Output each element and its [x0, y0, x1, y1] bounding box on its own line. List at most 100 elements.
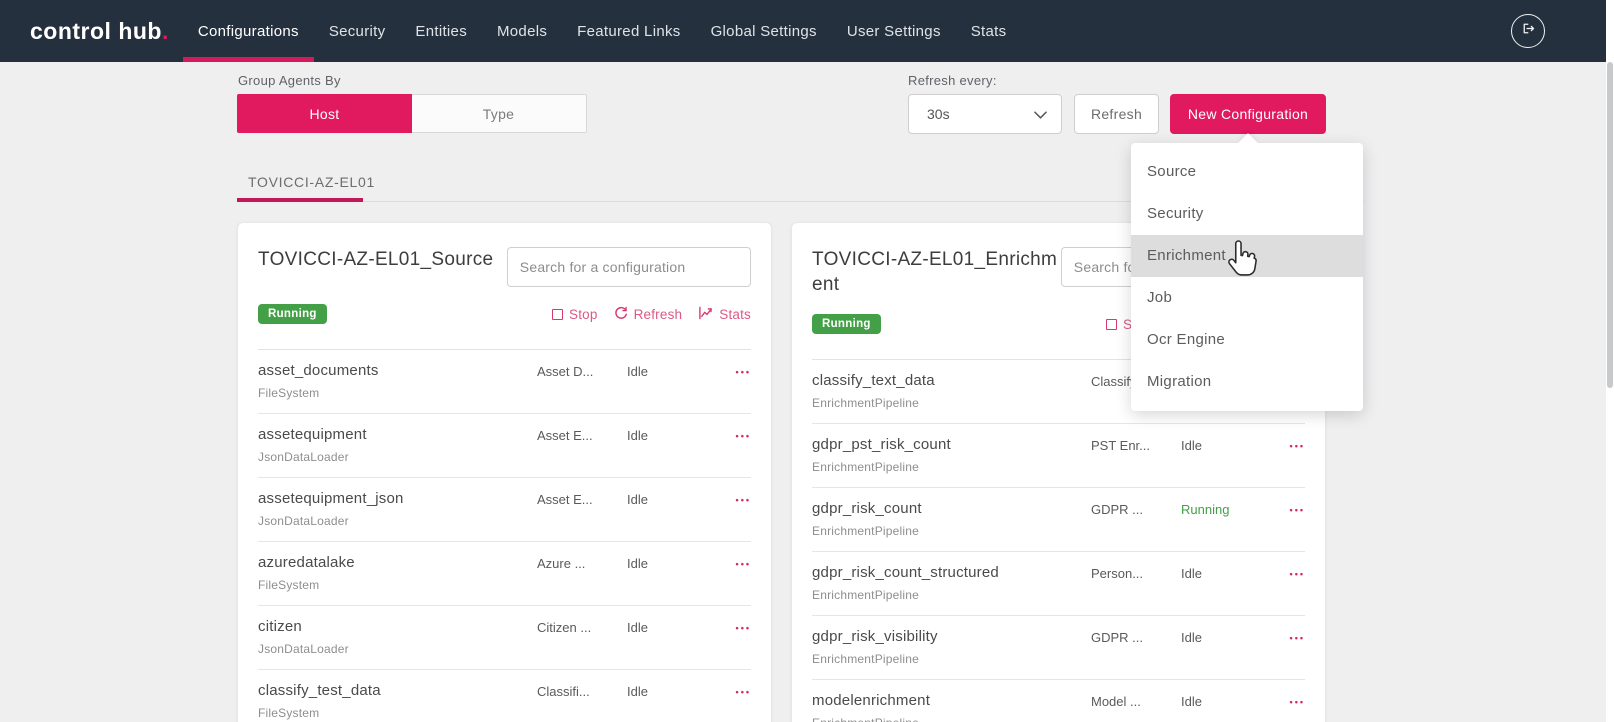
refresh-every-label: Refresh every:	[908, 73, 997, 88]
row-more-button[interactable]: •••	[1267, 692, 1305, 707]
row-more-button[interactable]: •••	[1267, 628, 1305, 643]
config-loader: EnrichmentPipeline	[812, 652, 1091, 666]
config-status: Idle	[1181, 692, 1267, 709]
config-name: gdpr_risk_count_structured	[812, 564, 1091, 581]
config-loader: FileSystem	[258, 578, 537, 592]
host-tab-tovicci-az-el01[interactable]: TOVICCI-AZ-EL01	[248, 174, 375, 190]
config-status: Idle	[627, 682, 713, 699]
config-loader: JsonDataLoader	[258, 514, 537, 528]
refresh-interval-select[interactable]: 30s	[908, 94, 1062, 134]
search-input[interactable]	[507, 247, 751, 287]
config-name: azuredatalake	[258, 554, 537, 571]
refresh-icon	[614, 306, 628, 323]
menu-item-migration[interactable]: Migration	[1131, 361, 1363, 403]
group-agents-by-label: Group Agents By	[238, 73, 341, 88]
table-row: gdpr_pst_risk_count EnrichmentPipeline PS…	[812, 424, 1305, 488]
config-status: Idle	[627, 426, 713, 443]
top-navbar: control hub. Configurations Security Ent…	[0, 0, 1614, 62]
nav-item-global-settings[interactable]: Global Settings	[696, 0, 832, 62]
stop-icon	[552, 309, 563, 320]
refresh-button[interactable]: Refresh	[1074, 94, 1159, 134]
card-title: TOVICCI-AZ-EL01_Source	[258, 247, 507, 287]
menu-item-job[interactable]: Job	[1131, 277, 1363, 319]
config-name: gdpr_risk_visibility	[812, 628, 1091, 645]
config-loader: EnrichmentPipeline	[812, 716, 1091, 722]
config-status: Idle	[1181, 564, 1267, 581]
config-status: Running	[1181, 500, 1267, 517]
config-loader: FileSystem	[258, 706, 537, 720]
nav-item-configurations[interactable]: Configurations	[183, 0, 314, 62]
main-nav: Configurations Security Entities Models …	[183, 0, 1022, 62]
refresh-interval-value: 30s	[927, 106, 950, 122]
config-status: Idle	[627, 618, 713, 635]
menu-item-security[interactable]: Security	[1131, 193, 1363, 235]
config-type: Citizen ...	[537, 618, 627, 635]
row-more-button[interactable]: •••	[1267, 564, 1305, 579]
nav-item-user-settings[interactable]: User Settings	[832, 0, 956, 62]
table-row: citizenJsonDataLoader Citizen ... Idle •…	[258, 606, 751, 670]
stop-icon	[1106, 319, 1117, 330]
row-more-button[interactable]: •••	[1267, 500, 1305, 515]
row-more-button[interactable]: •••	[713, 490, 751, 505]
status-badge: Running	[812, 314, 881, 334]
config-type: Model ...	[1091, 692, 1181, 709]
group-by-host-button[interactable]: Host	[237, 94, 412, 133]
row-more-button[interactable]: •••	[713, 682, 751, 697]
config-type: Asset D...	[537, 362, 627, 379]
menu-item-source[interactable]: Source	[1131, 151, 1363, 193]
row-more-button[interactable]: •••	[713, 554, 751, 569]
refresh-card-button[interactable]: Refresh	[614, 306, 683, 323]
nav-item-security[interactable]: Security	[314, 0, 401, 62]
config-type: GDPR ...	[1091, 500, 1181, 517]
logout-icon	[1520, 20, 1537, 42]
config-type: Asset E...	[537, 426, 627, 443]
config-type: Asset E...	[537, 490, 627, 507]
stats-button[interactable]: Stats	[698, 306, 751, 323]
nav-item-stats[interactable]: Stats	[956, 0, 1022, 62]
row-more-button[interactable]: •••	[1267, 436, 1305, 451]
table-row: assetequipment_jsonJsonDataLoader Asset …	[258, 478, 751, 542]
config-name: modelenrichment	[812, 692, 1091, 709]
config-name: gdpr_risk_count	[812, 500, 1091, 517]
group-by-toggle: Host Type	[237, 94, 587, 133]
config-type: PST Enr...	[1091, 436, 1181, 453]
card-title: TOVICCI-AZ-EL01_Enrichment	[812, 247, 1061, 297]
config-type: Person...	[1091, 564, 1181, 581]
table-row: azuredatalakeFileSystem Azure ... Idle •…	[258, 542, 751, 606]
config-status: Idle	[1181, 628, 1267, 645]
page: control hub. Configurations Security Ent…	[0, 0, 1614, 722]
scrollbar-track[interactable]	[1606, 0, 1614, 722]
scrollbar-thumb[interactable]	[1607, 62, 1613, 388]
chevron-down-icon	[1034, 106, 1047, 122]
row-more-button[interactable]: •••	[713, 618, 751, 633]
group-by-type-button[interactable]: Type	[411, 95, 586, 132]
stats-icon	[698, 306, 713, 323]
menu-item-enrichment[interactable]: Enrichment	[1131, 235, 1363, 277]
new-configuration-button[interactable]: New Configuration	[1170, 94, 1326, 134]
nav-item-featured-links[interactable]: Featured Links	[562, 0, 695, 62]
config-name: gdpr_pst_risk_count	[812, 436, 1091, 453]
row-more-button[interactable]: •••	[713, 426, 751, 441]
table-row: assetequipmentJsonDataLoader Asset E... …	[258, 414, 751, 478]
config-name: classify_test_data	[258, 682, 537, 699]
config-status: Idle	[627, 490, 713, 507]
table-row: gdpr_risk_visibilityEnrichmentPipeline G…	[812, 616, 1305, 680]
config-loader: EnrichmentPipeline	[812, 396, 1091, 410]
config-name: assetequipment	[258, 426, 537, 443]
config-loader: EnrichmentPipeline	[812, 460, 1091, 474]
new-configuration-menu: Source Security Enrichment Job Ocr Engin…	[1131, 143, 1363, 411]
status-badge: Running	[258, 304, 327, 324]
config-loader: EnrichmentPipeline	[812, 588, 1091, 602]
logout-button[interactable]	[1511, 14, 1545, 48]
config-status: Idle	[627, 362, 713, 379]
nav-item-entities[interactable]: Entities	[400, 0, 482, 62]
app-logo: control hub.	[30, 18, 169, 45]
table-row: classify_test_dataFileSystem Classifi...…	[258, 670, 751, 722]
config-loader: EnrichmentPipeline	[812, 524, 1091, 538]
host-tab-active-indicator	[237, 198, 363, 202]
stop-button[interactable]: Stop	[552, 307, 598, 322]
config-loader: JsonDataLoader	[258, 642, 537, 656]
menu-item-ocr-engine[interactable]: Ocr Engine	[1131, 319, 1363, 361]
row-more-button[interactable]: •••	[713, 362, 751, 377]
nav-item-models[interactable]: Models	[482, 0, 562, 62]
